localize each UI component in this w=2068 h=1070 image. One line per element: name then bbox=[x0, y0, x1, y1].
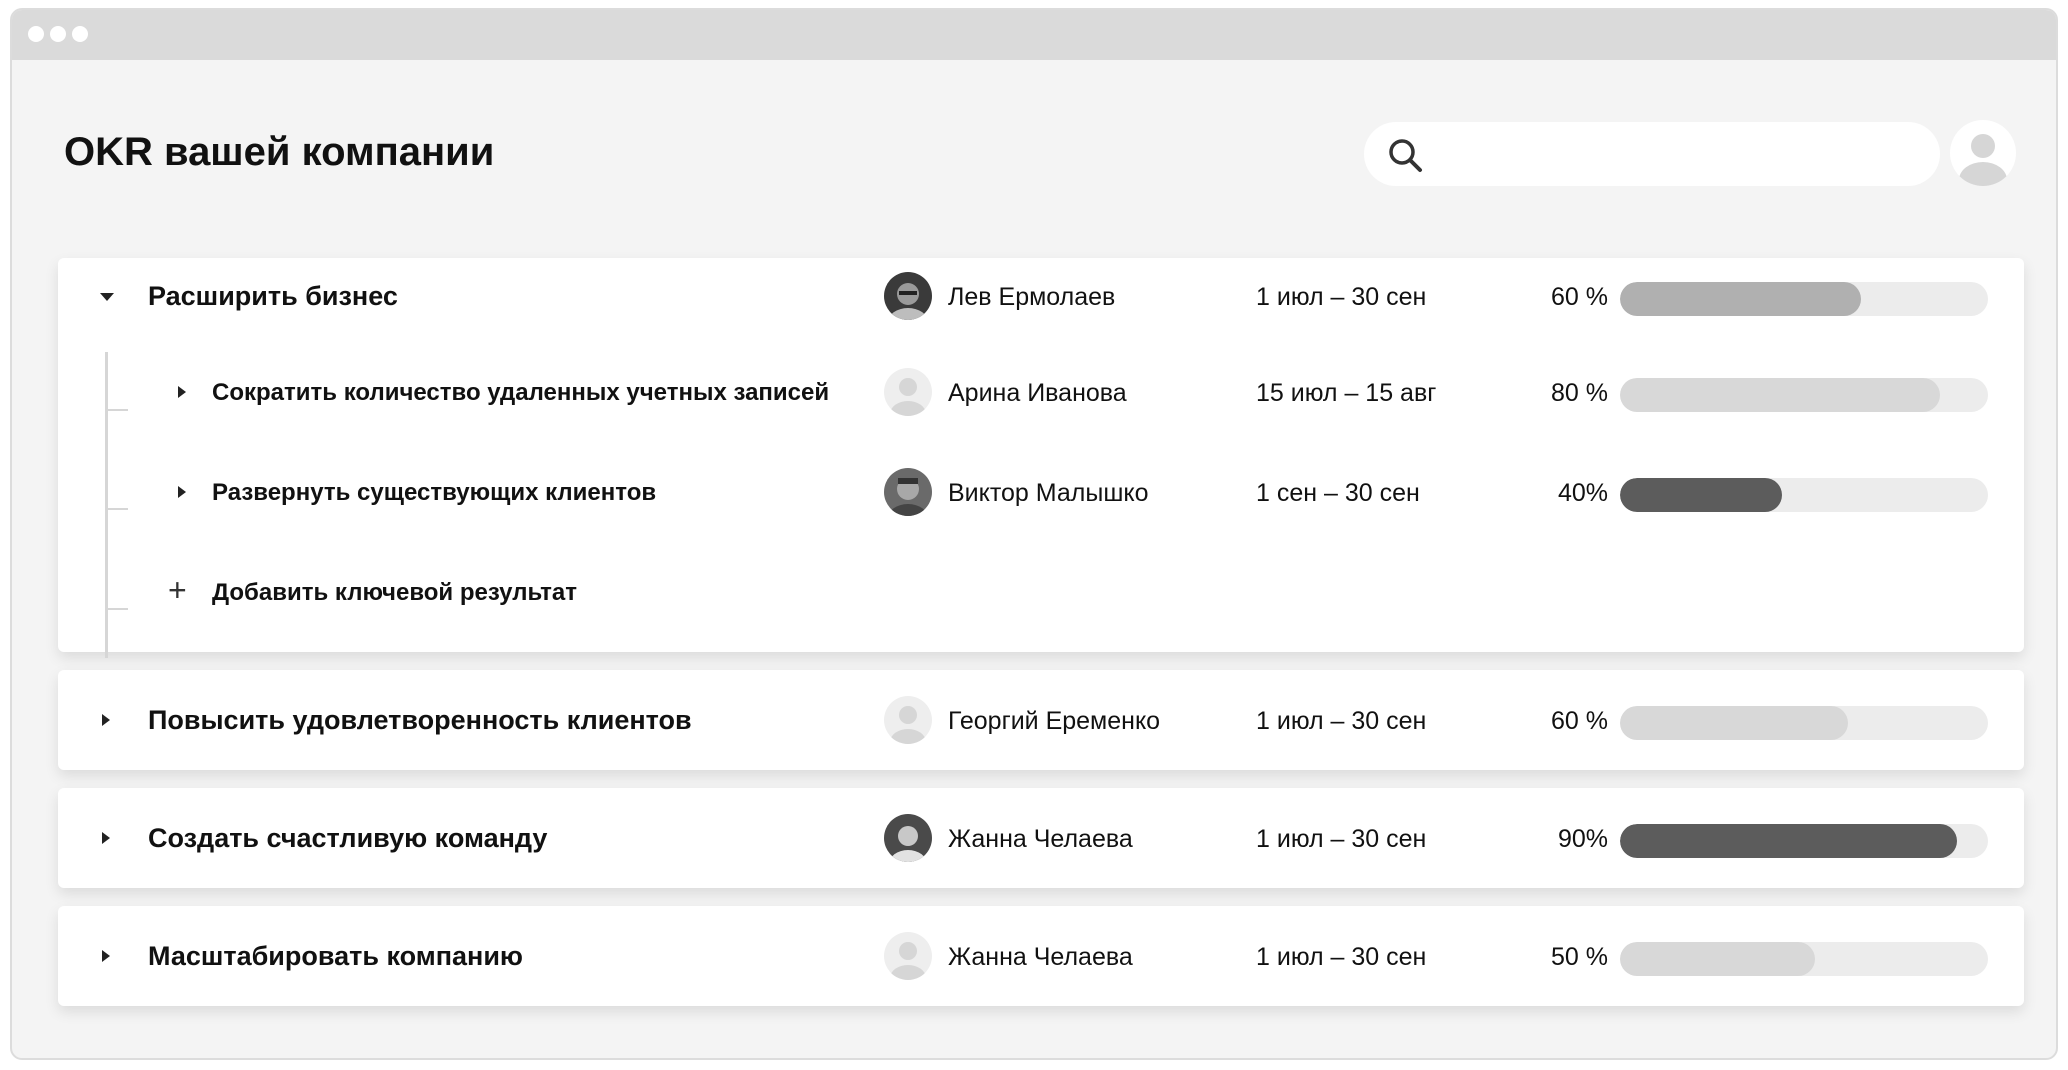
progress-percent: 80 % bbox=[1551, 379, 1608, 407]
owner-name: Георгий Еременко bbox=[948, 707, 1161, 735]
progress-fill bbox=[1620, 942, 1816, 976]
progress-bar bbox=[1620, 824, 1988, 858]
search-input[interactable] bbox=[1364, 122, 1940, 186]
window-titlebar bbox=[12, 10, 2056, 60]
plus-icon[interactable]: + bbox=[168, 572, 187, 609]
objective-card: Масштабировать компанию Жанна Челаева 1 … bbox=[58, 906, 2024, 1006]
caret-right-icon[interactable] bbox=[178, 486, 186, 498]
objective-title[interactable]: Масштабировать компанию bbox=[148, 941, 523, 972]
progress-bar bbox=[1620, 478, 1988, 512]
search-icon bbox=[1389, 139, 1422, 172]
owner-name: Жанна Челаева bbox=[948, 825, 1133, 853]
progress-fill bbox=[1620, 378, 1941, 412]
key-result-row[interactable]: Сократить количество удаленных учетных з… bbox=[58, 362, 2024, 422]
progress-bar bbox=[1620, 282, 1988, 316]
progress-percent: 60 % bbox=[1551, 283, 1608, 311]
date-range: 1 июл – 30 сен bbox=[1256, 825, 1427, 853]
window-control-dot[interactable] bbox=[28, 26, 44, 42]
avatar-placeholder bbox=[884, 932, 932, 980]
owner-name: Виктор Малышко bbox=[948, 479, 1149, 507]
objective-title[interactable]: Повысить удовлетворенность клиентов bbox=[148, 705, 692, 736]
caret-right-icon[interactable] bbox=[102, 950, 110, 962]
date-range: 1 июл – 30 сен bbox=[1256, 707, 1427, 735]
progress-bar bbox=[1620, 378, 1988, 412]
caret-right-icon[interactable] bbox=[178, 386, 186, 398]
key-result-row[interactable]: Развернуть существующих клиентов Виктор … bbox=[58, 462, 2024, 522]
progress-percent: 50 % bbox=[1551, 943, 1608, 971]
date-range: 15 июл – 15 авг bbox=[1256, 379, 1437, 407]
page-title: OKR вашей компании bbox=[64, 130, 495, 174]
avatar bbox=[884, 272, 932, 320]
owner-name: Арина Иванова bbox=[948, 379, 1127, 407]
date-range: 1 июл – 30 сен bbox=[1256, 283, 1427, 311]
key-result-title[interactable]: Развернуть существующих клиентов bbox=[212, 479, 656, 507]
objective-card: Создать счастливую команду Жанна Челаева… bbox=[58, 788, 2024, 888]
app-window: OKR вашей компании Расширить бизнес Лев … bbox=[10, 8, 2058, 1060]
progress-fill bbox=[1620, 706, 1849, 740]
date-range: 1 июл – 30 сен bbox=[1256, 943, 1427, 971]
owner-name: Жанна Челаева bbox=[948, 943, 1133, 971]
window-control-dot[interactable] bbox=[72, 26, 88, 42]
owner-name: Лев Ермолаев bbox=[948, 283, 1116, 311]
progress-bar bbox=[1620, 942, 1988, 976]
caret-right-icon[interactable] bbox=[102, 714, 110, 726]
key-result-title[interactable]: Сократить количество удаленных учетных з… bbox=[212, 379, 829, 407]
objective-row[interactable]: Масштабировать компанию Жанна Челаева 1 … bbox=[58, 926, 2024, 986]
objective-row[interactable]: Создать счастливую команду Жанна Челаева… bbox=[58, 808, 2024, 868]
progress-percent: 90% bbox=[1557, 825, 1608, 853]
caret-right-icon[interactable] bbox=[102, 832, 110, 844]
objective-card: Расширить бизнес Лев Ермолаев 1 июл – 30… bbox=[58, 258, 2024, 658]
progress-bar bbox=[1620, 706, 1988, 740]
window-control-dot[interactable] bbox=[50, 26, 66, 42]
progress-fill bbox=[1620, 478, 1782, 512]
progress-percent: 60 % bbox=[1551, 707, 1608, 735]
objective-row[interactable]: Расширить бизнес Лев Ермолаев 1 июл – 30… bbox=[58, 266, 2024, 326]
objective-title[interactable]: Создать счастливую команду bbox=[148, 823, 547, 854]
progress-fill bbox=[1620, 282, 1862, 316]
objective-title[interactable]: Расширить бизнес bbox=[148, 281, 398, 312]
progress-fill bbox=[1620, 824, 1957, 858]
objective-row[interactable]: Повысить удовлетворенность клиентов Геор… bbox=[58, 690, 2024, 750]
add-key-result-label[interactable]: Добавить ключевой результат bbox=[212, 579, 577, 607]
caret-down-icon[interactable] bbox=[100, 293, 114, 301]
progress-percent: 40% bbox=[1557, 479, 1608, 507]
avatar bbox=[884, 468, 932, 516]
avatar bbox=[884, 814, 932, 862]
date-range: 1 сен – 30 сен bbox=[1256, 479, 1420, 507]
user-avatar[interactable] bbox=[1950, 120, 2016, 186]
add-key-result-button[interactable]: + Добавить ключевой результат bbox=[58, 562, 2024, 622]
avatar-placeholder bbox=[884, 368, 932, 416]
avatar-placeholder bbox=[884, 696, 932, 744]
user-icon bbox=[1959, 134, 2007, 186]
objective-card: Повысить удовлетворенность клиентов Геор… bbox=[58, 670, 2024, 770]
